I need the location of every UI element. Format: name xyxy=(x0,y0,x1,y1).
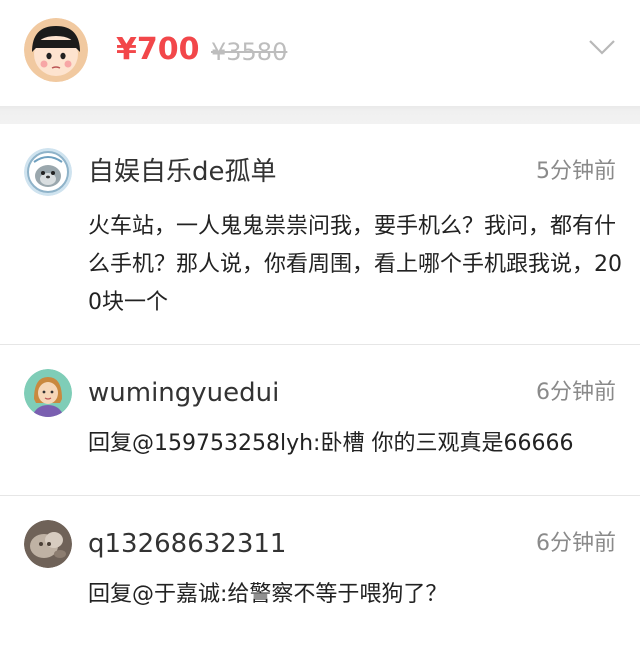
comment-text: 火车站，一人鬼鬼祟祟问我，要手机么？我问，都有什么手机？那人说，你看周围，看上哪… xyxy=(88,214,622,315)
comment-item: q13268632311 6分钟前 回复@于嘉诚:给警察不等于喂狗了？ xyxy=(0,496,640,656)
product-header: ¥700 ¥3580 xyxy=(0,0,640,106)
comment-text: 回复@于嘉诚:给警察不等于喂狗了？ xyxy=(88,582,448,607)
comment-time: 6分钟前 xyxy=(536,380,616,405)
comment-text: 回复@159753258lyh:卧槽 你的三观真是66666 xyxy=(88,431,574,456)
comment-item: wumingyuedui 6分钟前 回复@159753258lyh:卧槽 你的三… xyxy=(0,345,640,496)
chevron-down-icon[interactable] xyxy=(588,38,616,56)
comment-time: 6分钟前 xyxy=(536,531,616,556)
section-divider xyxy=(0,106,640,124)
comment-list: 自娱自乐de孤单 5分钟前 火车站，一人鬼鬼祟祟问我，要手机么？我问，都有什么手… xyxy=(0,124,640,656)
photo-avatar-icon[interactable] xyxy=(24,520,72,568)
seal-astronaut-avatar-icon[interactable] xyxy=(24,148,72,196)
comment-item: 自娱自乐de孤单 5分钟前 火车站，一人鬼鬼祟祟问我，要手机么？我问，都有什么手… xyxy=(0,124,640,345)
comment-username[interactable]: q13268632311 xyxy=(88,526,286,562)
cartoon-girl-avatar-icon[interactable] xyxy=(24,18,88,82)
comment-username[interactable]: wumingyuedui xyxy=(88,375,279,411)
comment-time: 5分钟前 xyxy=(536,159,616,184)
original-price: ¥3580 xyxy=(211,38,288,66)
woman-avatar-icon[interactable] xyxy=(24,369,72,417)
current-price: ¥700 xyxy=(116,32,200,67)
comment-username[interactable]: 自娱自乐de孤单 xyxy=(88,154,277,190)
